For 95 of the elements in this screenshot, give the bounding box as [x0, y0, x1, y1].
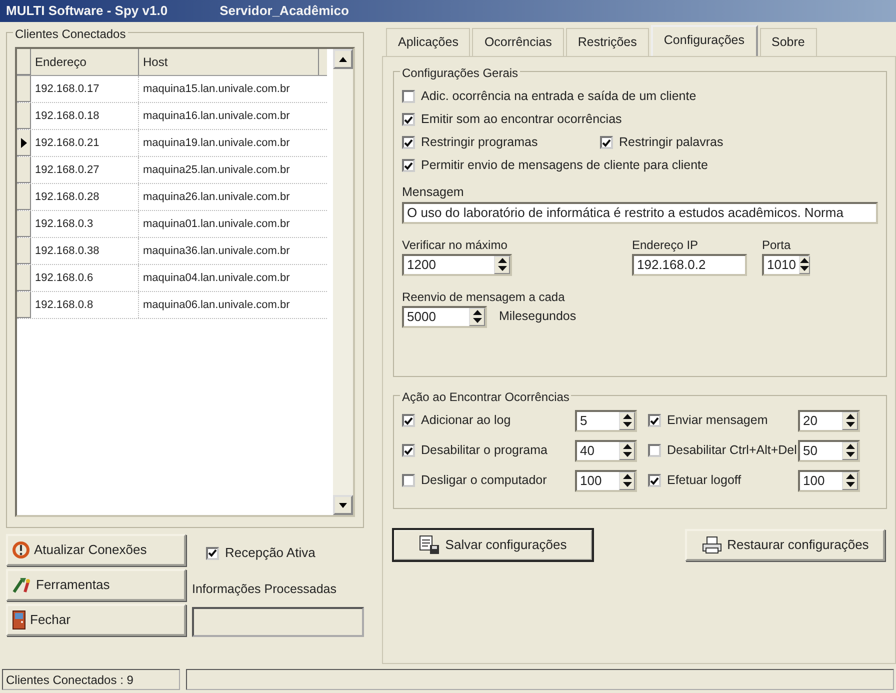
checkbox-label: Adic. ocorrência na entrada e saída de um cliente [421, 88, 696, 106]
tab[interactable]: Configurações [650, 25, 758, 56]
action-button[interactable]: Salvar configurações [393, 528, 593, 561]
spin-arrows[interactable] [619, 472, 635, 490]
window-title: MULTI Software - Spy v1.0 [6, 2, 168, 20]
scrollbar[interactable] [333, 49, 353, 515]
spin-field[interactable]: 50 [798, 440, 860, 462]
checkbox[interactable] [402, 444, 415, 458]
checkbox[interactable] [402, 159, 415, 172]
tab[interactable]: Sobre [760, 28, 817, 56]
table-cell: 192.168.0.3 [31, 211, 139, 237]
spin-field[interactable]: 1010 [762, 254, 810, 276]
table-cell-text: maquina19.lan.univale.com.br [142, 136, 291, 151]
spin-arrows[interactable] [798, 256, 810, 274]
checkbox-label: Restringir programas [421, 134, 538, 152]
spin-arrows[interactable] [842, 472, 858, 490]
checkbox[interactable] [600, 136, 613, 149]
arrow-down-icon [339, 502, 347, 508]
checkbox[interactable] [402, 136, 415, 149]
table-cell-text: maquina26.lan.univale.com.br [142, 190, 291, 205]
spin-arrows[interactable] [494, 256, 510, 274]
spin-field[interactable]: 5000 [402, 306, 487, 328]
checkbox-label: Desligar o computador [421, 472, 548, 490]
spin-arrows[interactable] [619, 442, 635, 460]
printer-icon [701, 536, 724, 554]
table-cell-text: maquina01.lan.univale.com.br [142, 216, 291, 232]
checkbox-label: Restringir palavras [619, 134, 724, 152]
spin-field[interactable]: 40 [575, 440, 637, 462]
tools-icon [12, 576, 32, 594]
arrow-up-icon [339, 56, 347, 62]
refresh-icon [12, 541, 30, 559]
status-text: Clientes Conectados : 9 [2, 669, 180, 690]
scroll-up-button[interactable] [333, 49, 353, 69]
table-cell-text: maquina36.lan.univale.com.br [142, 244, 291, 259]
spin-arrows[interactable] [619, 412, 635, 430]
spin-arrows[interactable] [842, 442, 858, 460]
table-cell-text: maquina15.lan.univale.com.br [142, 82, 291, 97]
checkbox-label: Efetuar logoff [667, 472, 742, 490]
window-subtitle: Servidor_Acadêmico [220, 2, 349, 20]
action-button[interactable]: Restaurar configurações [685, 528, 885, 561]
field-label: Mensagem [402, 184, 465, 201]
table-cell-text: maquina04.lan.univale.com.br [142, 270, 291, 286]
field-label: Verificar no máximo [402, 236, 508, 254]
toolbar-button[interactable]: Ferramentas [6, 569, 186, 601]
checkbox-label: Desabilitar o programa [421, 442, 548, 460]
door-icon [12, 610, 26, 630]
table-cell: 192.168.0.21 [31, 130, 139, 156]
checkbox-label: Adicionar ao log [421, 412, 512, 430]
tab[interactable]: Ocorrências [472, 28, 564, 56]
tab[interactable]: Restrições [566, 28, 649, 56]
checkbox[interactable] [402, 474, 415, 488]
checkbox-label: Permitir envio de mensagens de cliente para cliente [421, 157, 708, 174]
table-cell: 192.168.0.38 [31, 238, 139, 264]
table-cell: 192.168.0.27 [31, 157, 139, 183]
table-cell: 192.168.0.18 [31, 103, 139, 129]
checkbox-label: Enviar mensagem [667, 412, 769, 430]
table-cell: 192.168.0.8 [31, 292, 139, 318]
unit-label: Milesegundos [499, 308, 576, 326]
table-cell-text: maquina16.lan.univale.com.br [142, 108, 291, 124]
checkbox-label: Recepção Ativa [225, 544, 316, 562]
checkbox[interactable] [648, 444, 661, 458]
field-label: Reenvio de mensagem a cada [402, 288, 566, 306]
checkbox[interactable] [648, 414, 661, 428]
field-label: Endereço IP [632, 236, 700, 254]
document-disk-icon [419, 534, 442, 555]
spin-field[interactable]: 5 [575, 410, 637, 432]
spin-field[interactable]: 100 [575, 470, 637, 492]
spin-arrows[interactable] [842, 412, 858, 430]
spin-field[interactable]: 1200 [402, 254, 512, 276]
column-header[interactable]: Host [139, 49, 319, 75]
table-cell: 192.168.0.28 [31, 184, 139, 210]
table-cell-text: maquina06.lan.univale.com.br [142, 298, 291, 313]
checkbox[interactable] [648, 474, 661, 488]
spin-arrows[interactable] [469, 308, 485, 326]
toolbar-button[interactable]: Atualizar Conexões [6, 534, 186, 566]
row-selector[interactable] [17, 130, 31, 156]
toolbar-button[interactable]: Fechar [6, 604, 186, 636]
spin-field[interactable]: 100 [798, 470, 860, 492]
table-cell-text: maquina25.lan.univale.com.br [142, 162, 291, 178]
spin-field[interactable]: 20 [798, 410, 860, 432]
checkbox-label: Emitir som ao encontrar ocorrências [421, 111, 622, 128]
scroll-down-button[interactable] [333, 495, 353, 515]
checkbox[interactable] [402, 113, 415, 126]
ip-field[interactable]: 192.168.0.2 [632, 254, 747, 276]
checkbox[interactable] [402, 90, 415, 103]
column-header[interactable]: Endereço [31, 49, 139, 75]
field-label: Informações Processadas [192, 581, 338, 598]
field-label: Porta [762, 236, 792, 254]
pointer-icon [20, 138, 26, 148]
message-field[interactable]: O uso do laboratório de informática é restrito a estudos acadêmicos. Norma [402, 202, 878, 224]
checkbox[interactable] [206, 546, 219, 560]
table-cell: 192.168.0.17 [31, 76, 139, 102]
checkbox[interactable] [402, 414, 415, 428]
tab[interactable]: Aplicações [386, 28, 470, 56]
table-cell: 192.168.0.6 [31, 265, 139, 291]
